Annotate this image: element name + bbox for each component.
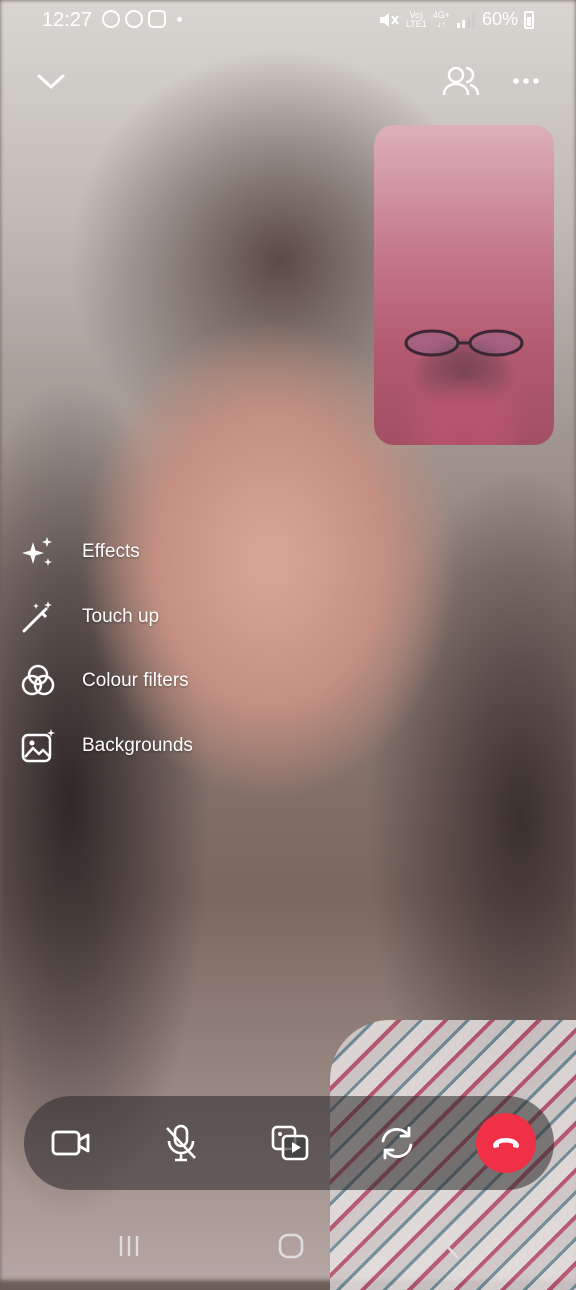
- volte-label: Vo) LTE1: [405, 9, 427, 29]
- battery-icon: [524, 10, 534, 29]
- camera-toggle-button[interactable]: [41, 1113, 101, 1173]
- home-button[interactable]: [271, 1230, 311, 1262]
- magic-wand-icon: [22, 600, 52, 633]
- home-icon: [278, 1233, 304, 1259]
- whatsapp-icon: [102, 10, 120, 28]
- more-dots-icon: [513, 78, 539, 84]
- back-chevron-icon: [445, 1233, 459, 1259]
- menu-item-backgrounds[interactable]: Backgrounds: [20, 714, 193, 779]
- notification-icons: [102, 10, 182, 28]
- mute-icon: [379, 12, 399, 27]
- menu-item-colour-filters[interactable]: Colour filters: [20, 649, 193, 714]
- more-options-button[interactable]: [508, 60, 544, 102]
- status-bar: 12:27 Vo) LTE1 4G+ ↓↑ 60%: [0, 0, 576, 42]
- recents-icon: [119, 1236, 139, 1256]
- color-circles-icon: [21, 665, 55, 696]
- sparkles-icon: [22, 537, 52, 567]
- status-right: Vo) LTE1 4G+ ↓↑ 60%: [378, 9, 534, 30]
- end-call-icon: [493, 1138, 519, 1148]
- video-camera-icon: [51, 1130, 90, 1156]
- menu-label-backgrounds: Backgrounds: [82, 734, 193, 756]
- microphone-toggle-button[interactable]: [151, 1113, 211, 1173]
- system-navigation-bar: [0, 1210, 576, 1280]
- self-view-video[interactable]: [374, 125, 554, 445]
- menu-item-effects[interactable]: Effects: [20, 520, 193, 585]
- call-controls-bar: [24, 1096, 554, 1190]
- flip-camera-button[interactable]: [367, 1113, 427, 1173]
- share-media-button[interactable]: [260, 1113, 320, 1173]
- image-sparkle-icon: [21, 728, 55, 762]
- share-media-icon: [271, 1125, 309, 1161]
- effects-menu: Effects Touch up Colour filters Backgrou…: [20, 520, 193, 778]
- recent-apps-button[interactable]: [109, 1230, 149, 1262]
- minimize-button[interactable]: [30, 60, 72, 102]
- mic-off-icon: [166, 1124, 196, 1162]
- more-notifications-dot: [177, 16, 182, 22]
- menu-label-effects: Effects: [82, 541, 140, 563]
- pip-glasses-detail: [404, 329, 524, 357]
- end-call-button[interactable]: [476, 1113, 536, 1173]
- instagram-icon: [148, 10, 166, 28]
- menu-label-touch-up: Touch up: [82, 605, 160, 627]
- back-button[interactable]: [432, 1230, 472, 1262]
- signal-icon: [456, 12, 475, 28]
- status-time: 12:27: [42, 9, 93, 31]
- battery-percentage: 60%: [481, 9, 518, 29]
- network-type: 4G+ ↓↑: [432, 9, 450, 29]
- whatsapp-business-icon: [125, 10, 143, 28]
- menu-item-touch-up[interactable]: Touch up: [20, 585, 193, 650]
- chevron-down-icon: [37, 74, 65, 89]
- flip-camera-icon: [381, 1126, 413, 1160]
- people-icon: [442, 66, 480, 96]
- menu-label-colour-filters: Colour filters: [82, 670, 189, 692]
- participants-button[interactable]: [438, 60, 484, 102]
